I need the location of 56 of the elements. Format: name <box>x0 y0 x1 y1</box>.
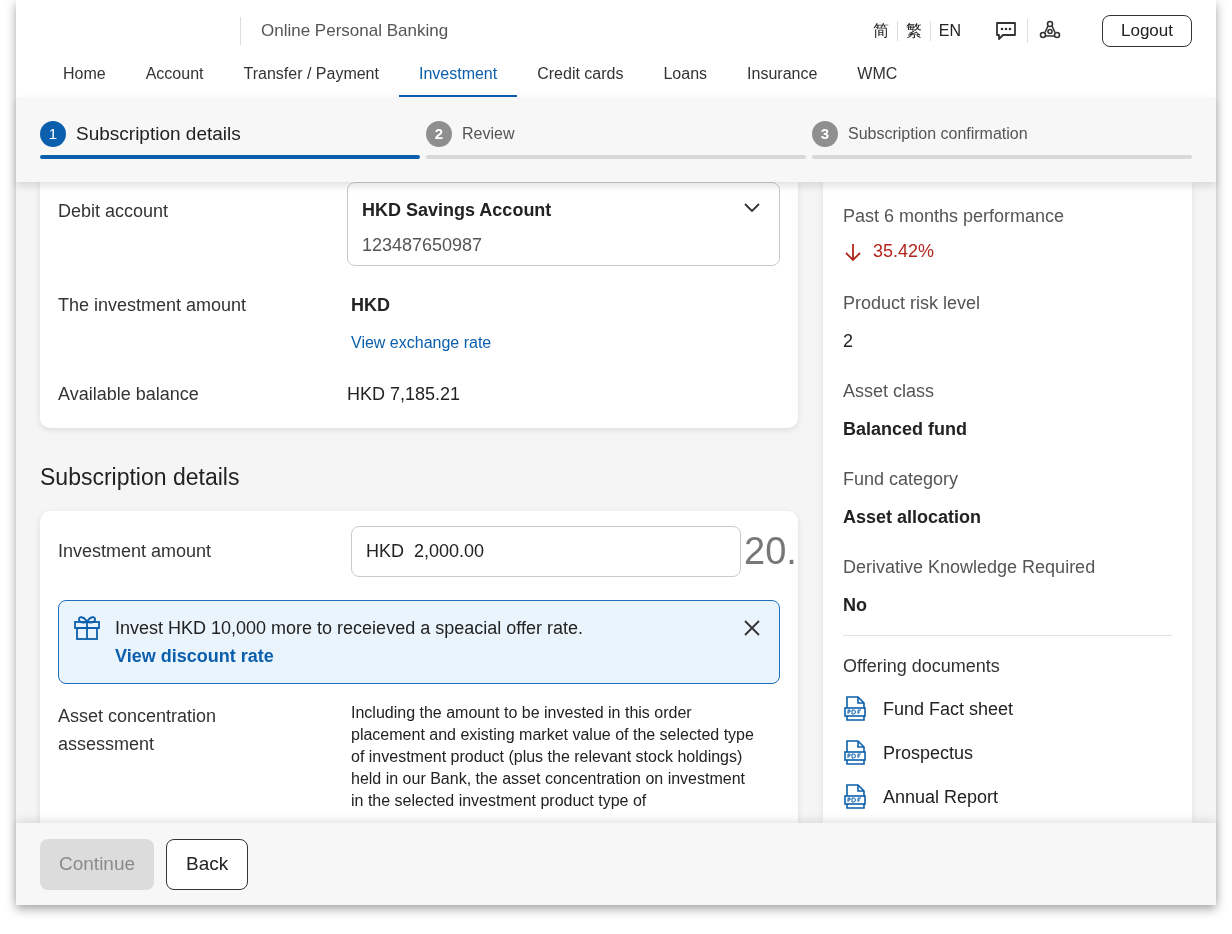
field-label: Asset class <box>843 380 936 403</box>
nav-tab[interactable]: Loans <box>643 62 728 97</box>
discount-rate-link[interactable]: View discount rate <box>115 645 274 666</box>
field-value: No <box>843 594 868 617</box>
arrow-down-icon <box>843 241 863 262</box>
step-number: 1 <box>40 121 66 147</box>
field-label: Past 6 months performance <box>843 205 1066 228</box>
language-link[interactable]: EN <box>938 19 961 43</box>
field-label: Product risk level <box>843 292 982 315</box>
field-value: Asset allocation <box>843 506 983 529</box>
account-select[interactable]: HKD Savings Account 123487650987 <box>347 182 780 266</box>
nav-tab[interactable]: Insurance <box>727 62 838 97</box>
nav-tab[interactable]: Home <box>43 62 126 97</box>
step-label: Subscription confirmation <box>848 124 1028 144</box>
overflow-text: 20. <box>744 531 797 570</box>
language-link[interactable]: 繁 <box>905 19 922 43</box>
currency-value: HKD <box>351 294 390 317</box>
step-number: 3 <box>812 121 838 147</box>
language-link[interactable]: 简 <box>872 19 889 43</box>
pdf-file-icon <box>843 784 867 810</box>
field-value: Balanced fund <box>843 418 968 441</box>
performance-value: 35.42% <box>873 240 935 263</box>
logout-button[interactable]: Logout <box>1102 15 1192 47</box>
document-link[interactable]: Annual Report <box>883 785 999 809</box>
nav-tab[interactable]: Account <box>125 62 224 97</box>
field-label: Fund category <box>843 468 960 491</box>
document-link[interactable]: Prospectus <box>883 741 974 765</box>
chevron-down-icon <box>743 201 761 213</box>
nav-tab[interactable]: Transfer / Payment <box>223 62 399 97</box>
step-number: 2 <box>426 121 452 147</box>
exchange-rate-link[interactable]: View exchange rate <box>351 331 492 355</box>
back-button[interactable]: Back <box>166 838 249 890</box>
step-label: Subscription details <box>76 121 241 146</box>
step-label: Review <box>462 124 515 144</box>
chat-icon[interactable] <box>995 21 1017 41</box>
field-label: The investment amount <box>58 294 248 317</box>
close-icon[interactable] <box>743 618 761 637</box>
section-heading: Offering documents <box>843 655 1001 678</box>
balance-value: HKD 7,185.21 <box>347 383 461 406</box>
amount-field[interactable]: HKD 2,000.00 <box>351 525 741 577</box>
field-label: Investment amount <box>58 539 213 563</box>
assessment-text: Including the amount to be invested in this order placement and existing market value of the selected type of investment product (plus the relevant stock holdings) held in our Bank, the asset concentration on investment in the selected investment product type of <box>351 702 755 811</box>
field-label: Debit account <box>58 200 170 223</box>
field-label: Derivative Knowledge Required <box>843 556 1097 579</box>
gift-icon <box>73 613 101 640</box>
field-label: Asset concentration assessment <box>58 704 218 756</box>
section-heading: Subscription details <box>40 463 241 492</box>
field-value: 2 <box>843 330 854 353</box>
nav-tab[interactable]: Credit cards <box>517 62 644 97</box>
field-label: Available balance <box>58 383 200 406</box>
offer-message: Invest HKD 10,000 more to receieved a speacial offer rate. View discount rate <box>115 616 584 668</box>
site-title: Online Personal Banking <box>261 20 449 43</box>
pdf-file-icon <box>843 696 867 722</box>
pdf-file-icon <box>843 740 867 766</box>
document-link[interactable]: Fund Fact sheet <box>883 697 1014 721</box>
nav-tab[interactable]: WMC <box>837 62 918 97</box>
